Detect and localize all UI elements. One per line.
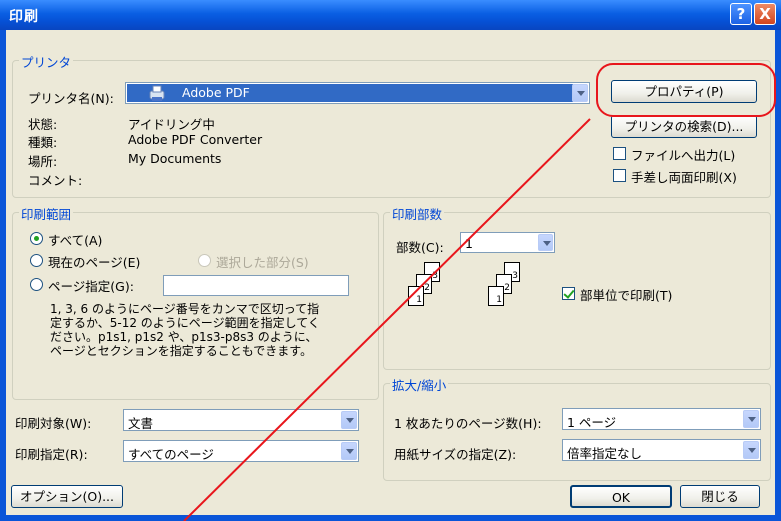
print-dialog: 印刷 ? X プリンタ プリンタ名(N): Adobe PDF 状態: アイドリ… — [0, 0, 781, 521]
properties-highlight — [596, 63, 776, 117]
annotation-arrow — [183, 118, 591, 521]
annotation-overlay — [183, 63, 776, 521]
